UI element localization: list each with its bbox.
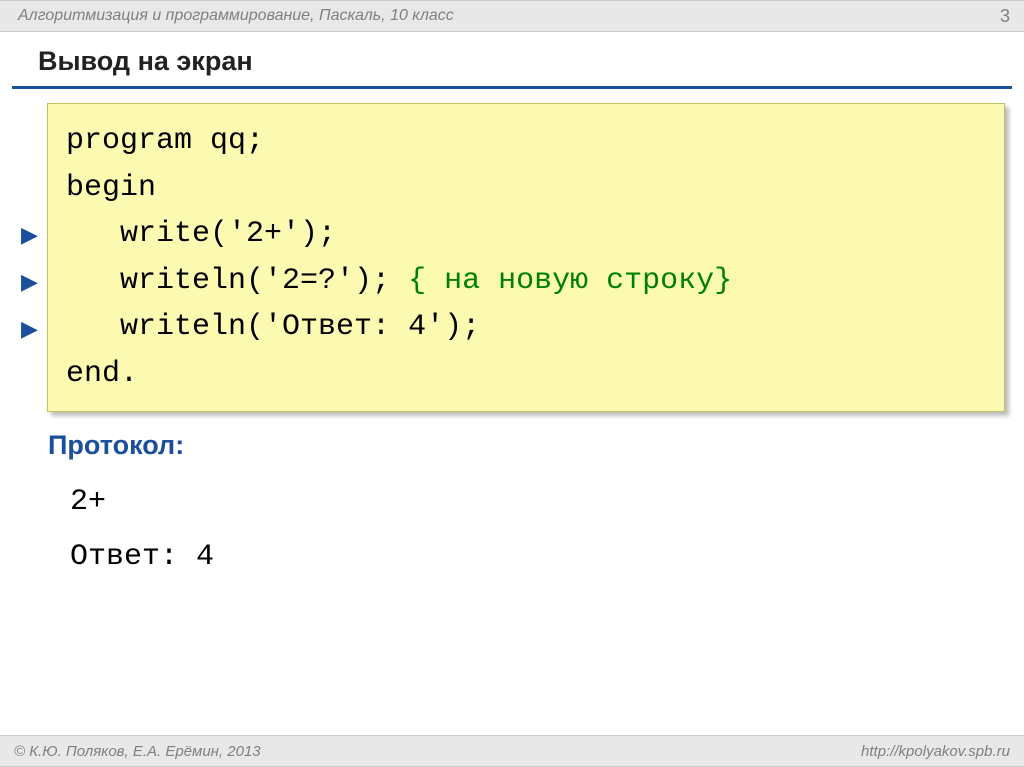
page-number: 3 [1000,6,1010,27]
triangle-right-icon: ▶ [21,316,38,342]
title-underline [12,86,1012,89]
code-line: write('2+'); [66,211,986,258]
code-comment: { на новую строку} [408,264,732,298]
code-line: begin [66,165,986,212]
triangle-right-icon: ▶ [21,222,38,248]
breadcrumb: Алгоритмизация и программирование, Паска… [18,7,454,25]
header-bar: Алгоритмизация и программирование, Паска… [0,0,1024,32]
code-line: writeln('Ответ: 4'); [66,304,986,351]
protocol-output: 2+ [70,485,106,519]
code-line: end. [66,351,986,398]
code-line: writeln('2=?'); { на новую строку} [66,258,986,305]
protocol-output: Ответ: 4 [70,540,214,574]
code-block: program qq; begin write('2+'); writeln('… [47,103,1005,412]
protocol-label: Протокол: [48,430,184,461]
footer-url: http://kpolyakov.spb.ru [861,743,1010,760]
code-line: program qq; [66,118,986,165]
footer-bar: © К.Ю. Поляков, Е.А. Ерёмин, 2013 http:/… [0,735,1024,767]
footer-copyright: © К.Ю. Поляков, Е.А. Ерёмин, 2013 [14,743,261,760]
triangle-right-icon: ▶ [21,269,38,295]
page-title: Вывод на экран [38,46,253,77]
